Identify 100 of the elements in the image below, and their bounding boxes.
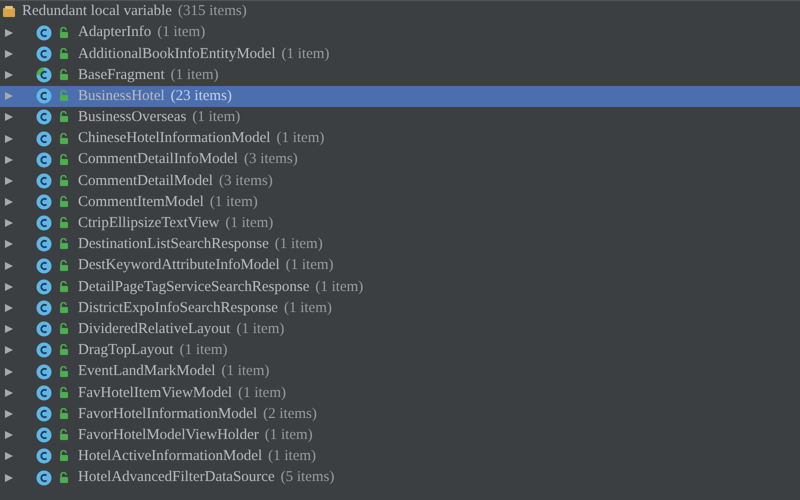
unlocked-icon: [58, 280, 70, 293]
group-label: Redundant local variable: [22, 2, 172, 22]
class-icon: [36, 24, 52, 41]
item-count: (1 item): [157, 23, 206, 42]
unlocked-icon: [58, 68, 70, 81]
item-count: (1 item): [210, 192, 258, 212]
expand-arrow-icon[interactable]: [4, 154, 14, 165]
expand-arrow-icon[interactable]: [4, 48, 14, 59]
expand-arrow-icon[interactable]: [4, 197, 14, 208]
unlocked-icon: [58, 196, 70, 208]
tree-item[interactable]: BaseFragment (1 item): [0, 64, 800, 86]
unlocked-icon: [58, 366, 70, 378]
expand-arrow-icon[interactable]: [4, 430, 14, 440]
tree-item[interactable]: CommentDetailModel (3 items): [0, 170, 800, 192]
unlocked-icon: [58, 408, 70, 420]
expand-arrow-icon[interactable]: [4, 451, 14, 462]
class-icon: [36, 130, 52, 147]
class-name: DragTopLayout: [78, 341, 174, 360]
class-name: DestinationListSearchResponse: [78, 235, 269, 254]
expand-arrow-icon[interactable]: [4, 472, 14, 483]
class-icon: [36, 46, 52, 62]
unlocked-icon: [58, 26, 70, 39]
tree-item[interactable]: DetailPageTagServiceSearchResponse (1 item): [0, 276, 800, 298]
item-count: (23 items): [170, 86, 232, 106]
item-count: (1 item): [284, 298, 332, 318]
tree-item[interactable]: CtripEllipsizeTextView (1 item): [0, 212, 800, 234]
class-icon: [36, 215, 52, 232]
tree-item[interactable]: AdapterInfo (1 item): [0, 22, 800, 44]
class-icon: [36, 278, 52, 295]
group-count: (315 items): [178, 2, 247, 22]
tree-item[interactable]: DestKeywordAttributeInfoModel (1 item): [0, 255, 800, 276]
inspection-group-icon: [2, 5, 16, 18]
item-count: (1 item): [268, 447, 316, 466]
expand-arrow-icon[interactable]: [4, 408, 14, 419]
item-count: (1 item): [170, 66, 219, 85]
tree-item[interactable]: EventLandMarkModel (1 item): [0, 361, 800, 382]
expand-arrow-icon[interactable]: [4, 366, 14, 377]
item-count: (2 items): [263, 404, 317, 424]
class-name: HotelActiveInformationModel: [78, 447, 262, 466]
unlocked-icon: [58, 260, 70, 272]
item-count: (5 items): [280, 468, 334, 488]
expand-arrow-icon[interactable]: [4, 324, 14, 334]
expand-arrow-icon[interactable]: [4, 388, 14, 398]
expand-arrow-icon[interactable]: [4, 260, 14, 271]
class-icon: [36, 364, 52, 380]
class-icon: [36, 88, 52, 104]
class-name: DistrictExpoInfoSearchResponse: [78, 298, 278, 318]
class-name: CtripEllipsizeTextView: [78, 214, 220, 234]
class-icon: [36, 66, 52, 83]
tree-item[interactable]: BusinessOverseas (1 item): [0, 106, 800, 128]
unlocked-icon: [58, 90, 70, 102]
expand-arrow-icon[interactable]: [4, 239, 14, 250]
expand-arrow-icon[interactable]: [4, 282, 14, 292]
class-name: DivideredRelativeLayout: [78, 320, 230, 339]
class-name: CommentDetailModel: [78, 172, 213, 191]
item-count: (1 item): [236, 320, 284, 339]
unlocked-icon: [58, 450, 70, 462]
class-name: EventLandMarkModel: [78, 362, 216, 382]
tree-item[interactable]: BusinessHotel (23 items): [0, 86, 800, 107]
tree-item[interactable]: FavHotelItemViewModel (1 item): [0, 382, 800, 404]
class-name: AdditionalBookInfoEntityModel: [78, 44, 276, 64]
class-name: BaseFragment: [78, 66, 165, 85]
class-icon: [36, 448, 52, 464]
unlocked-icon: [58, 238, 70, 250]
expand-arrow-icon[interactable]: [4, 303, 14, 314]
class-icon: [36, 427, 52, 444]
item-count: (1 item): [276, 129, 324, 148]
class-icon: [36, 342, 52, 358]
tree-item[interactable]: CommentItemModel (1 item): [0, 192, 800, 213]
class-icon: [36, 384, 52, 401]
item-count: (3 items): [244, 150, 298, 170]
class-name: DestKeywordAttributeInfoModel: [78, 256, 280, 276]
unlocked-icon: [58, 48, 70, 60]
expand-arrow-icon[interactable]: [4, 28, 14, 38]
expand-arrow-icon[interactable]: [4, 345, 14, 356]
tree-item[interactable]: ChineseHotelInformationModel (1 item): [0, 128, 800, 150]
expand-arrow-icon[interactable]: [4, 70, 14, 80]
unlocked-icon: [58, 154, 70, 166]
tree-item[interactable]: AdditionalBookInfoEntityModel (1 item): [0, 43, 800, 64]
tree-item[interactable]: DestinationListSearchResponse (1 item): [0, 234, 800, 256]
unlocked-icon: [58, 472, 70, 484]
tree-item[interactable]: DivideredRelativeLayout (1 item): [0, 318, 800, 340]
tree-item[interactable]: FavorHotelInformationModel (2 items): [0, 403, 800, 425]
tree-item[interactable]: FavorHotelModelViewHolder (1 item): [0, 424, 800, 446]
tree-item[interactable]: CommentDetailInfoModel (3 items): [0, 149, 800, 170]
item-count: (1 item): [180, 341, 228, 360]
class-name: FavHotelItemViewModel: [78, 384, 232, 403]
expand-arrow-icon[interactable]: [4, 176, 14, 186]
expand-arrow-icon[interactable]: [4, 112, 14, 122]
tree-item[interactable]: DragTopLayout (1 item): [0, 340, 800, 361]
expand-arrow-icon[interactable]: [4, 218, 14, 228]
unlocked-icon: [58, 217, 70, 230]
expand-arrow-icon[interactable]: [4, 134, 14, 144]
tree-item[interactable]: HotelActiveInformationModel (1 item): [0, 446, 800, 467]
class-icon: [36, 236, 52, 252]
class-name: BusinessHotel: [78, 86, 165, 106]
class-icon: [36, 194, 52, 210]
class-icon: [36, 470, 52, 486]
tree-item[interactable]: DistrictExpoInfoSearchResponse (1 item): [0, 297, 800, 319]
tree-item[interactable]: HotelAdvancedFilterDataSource (5 items): [0, 466, 800, 488]
